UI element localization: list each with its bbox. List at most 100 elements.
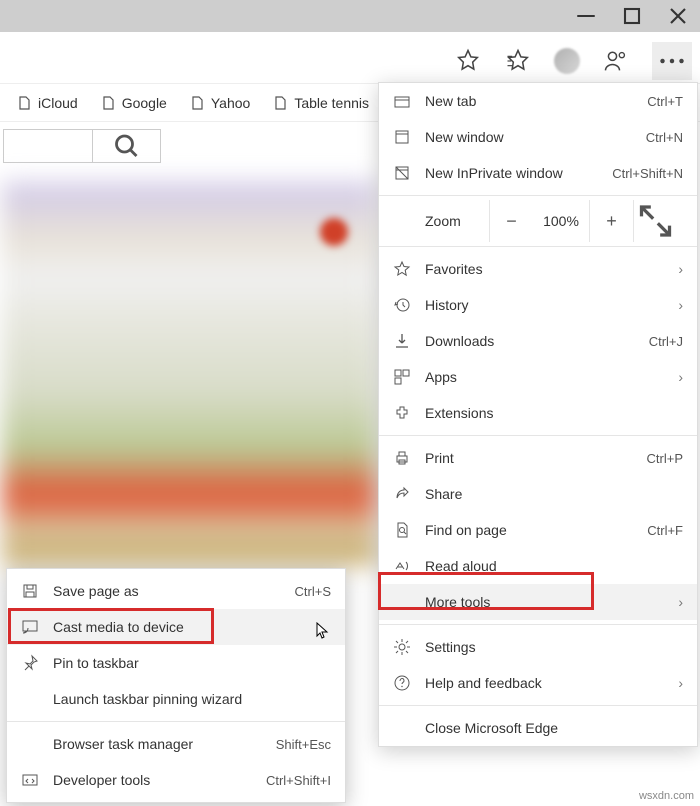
menu-label: More tools (425, 594, 664, 610)
new-tab-icon (393, 92, 411, 110)
chevron-right-icon: › (678, 675, 683, 691)
menu-print[interactable]: Print Ctrl+P (379, 440, 697, 476)
menu-more-tools[interactable]: More tools › (379, 584, 697, 620)
menu-label: Launch taskbar pinning wizard (53, 691, 331, 707)
bookmark-yahoo[interactable]: Yahoo (189, 95, 250, 111)
extensions-icon (393, 404, 411, 422)
profile-avatar[interactable] (554, 48, 580, 74)
close-window-button[interactable] (664, 2, 692, 30)
maximize-button[interactable] (618, 2, 646, 30)
menu-label: Share (425, 486, 683, 502)
menu-label: Browser task manager (53, 736, 262, 752)
save-icon (21, 582, 39, 600)
inprivate-icon (393, 164, 411, 182)
help-icon (393, 674, 411, 692)
submenu-task-manager[interactable]: Browser task manager Shift+Esc (7, 726, 345, 762)
menu-shortcut: Ctrl+Shift+N (612, 166, 683, 181)
menu-favorites[interactable]: Favorites › (379, 251, 697, 287)
menu-find-on-page[interactable]: Find on page Ctrl+F (379, 512, 697, 548)
address-toolbar (0, 38, 700, 84)
zoom-value: 100% (533, 213, 589, 229)
favorites-list-icon[interactable] (504, 47, 532, 75)
menu-new-window[interactable]: New window Ctrl+N (379, 119, 697, 155)
menu-shortcut: Ctrl+S (295, 584, 331, 599)
menu-label: Settings (425, 639, 683, 655)
submenu-cast-media[interactable]: Cast media to device (7, 609, 345, 645)
menu-label: Save page as (53, 583, 281, 599)
submenu-developer-tools[interactable]: Developer tools Ctrl+Shift+I (7, 762, 345, 798)
bookmark-google[interactable]: Google (100, 95, 167, 111)
menu-downloads[interactable]: Downloads Ctrl+J (379, 323, 697, 359)
menu-new-tab[interactable]: New tab Ctrl+T (379, 83, 697, 119)
menu-zoom: Zoom − 100% + (379, 200, 697, 242)
bookmark-label: Yahoo (211, 95, 250, 111)
fullscreen-button[interactable] (633, 200, 677, 242)
menu-label: History (425, 297, 664, 313)
menu-extensions[interactable]: Extensions (379, 395, 697, 431)
menu-label: Downloads (425, 333, 635, 349)
menu-shortcut: Ctrl+J (649, 334, 683, 349)
settings-menu: New tab Ctrl+T New window Ctrl+N New InP… (378, 82, 698, 747)
menu-label: Favorites (425, 261, 664, 277)
menu-label: Apps (425, 369, 664, 385)
page-icon (16, 95, 32, 111)
bookmark-label: Table tennis (294, 95, 369, 111)
menu-history[interactable]: History › (379, 287, 697, 323)
download-icon (393, 332, 411, 350)
menu-apps[interactable]: Apps › (379, 359, 697, 395)
menu-read-aloud[interactable]: Read aloud (379, 548, 697, 584)
chevron-right-icon: › (678, 261, 683, 277)
menu-label: Extensions (425, 405, 683, 421)
menu-label: New window (425, 129, 632, 145)
page-icon (272, 95, 288, 111)
bookmark-label: iCloud (38, 95, 78, 111)
cast-icon (21, 618, 39, 636)
menu-help[interactable]: Help and feedback › (379, 665, 697, 701)
more-tools-submenu: Save page as Ctrl+S Cast media to device… (6, 568, 346, 803)
print-icon (393, 449, 411, 467)
menu-separator (379, 435, 697, 436)
find-icon (393, 521, 411, 539)
menu-separator (379, 246, 697, 247)
blank-icon (21, 735, 39, 753)
page-icon (100, 95, 116, 111)
menu-separator (379, 624, 697, 625)
submenu-launch-wizard[interactable]: Launch taskbar pinning wizard (7, 681, 345, 717)
menu-new-inprivate[interactable]: New InPrivate window Ctrl+Shift+N (379, 155, 697, 191)
zoom-in-button[interactable]: + (589, 200, 633, 242)
watermark: wsxdn.com (639, 790, 694, 802)
menu-shortcut: Ctrl+Shift+I (266, 773, 331, 788)
history-icon (393, 296, 411, 314)
menu-label: New InPrivate window (425, 165, 598, 181)
bookmark-table-tennis[interactable]: Table tennis (272, 95, 369, 111)
settings-and-more-button[interactable] (652, 42, 692, 80)
minimize-button[interactable] (572, 2, 600, 30)
menu-close-edge[interactable]: Close Microsoft Edge (379, 710, 697, 746)
submenu-pin-taskbar[interactable]: Pin to taskbar (7, 645, 345, 681)
chevron-right-icon: › (678, 369, 683, 385)
zoom-out-button[interactable]: − (489, 200, 533, 242)
chevron-right-icon: › (678, 594, 683, 610)
menu-shortcut: Ctrl+F (647, 523, 683, 538)
page-icon (189, 95, 205, 111)
bookmark-icloud[interactable]: iCloud (16, 95, 78, 111)
search-input[interactable] (3, 129, 93, 163)
menu-shortcut: Ctrl+P (647, 451, 683, 466)
search-button[interactable] (93, 129, 161, 163)
bookmark-label: Google (122, 95, 167, 111)
menu-share[interactable]: Share (379, 476, 697, 512)
menu-label: New tab (425, 93, 633, 109)
menu-settings[interactable]: Settings (379, 629, 697, 665)
menu-label: Print (425, 450, 633, 466)
menu-label: Read aloud (425, 558, 683, 574)
devtools-icon (21, 771, 39, 789)
menu-shortcut: Ctrl+T (647, 94, 683, 109)
zoom-label: Zoom (425, 213, 489, 229)
favorite-star-icon[interactable] (454, 47, 482, 75)
blank-icon (21, 690, 39, 708)
menu-label: Find on page (425, 522, 633, 538)
menu-separator (379, 705, 697, 706)
menu-separator (379, 195, 697, 196)
submenu-save-page[interactable]: Save page as Ctrl+S (7, 573, 345, 609)
guest-icon[interactable] (602, 47, 630, 75)
